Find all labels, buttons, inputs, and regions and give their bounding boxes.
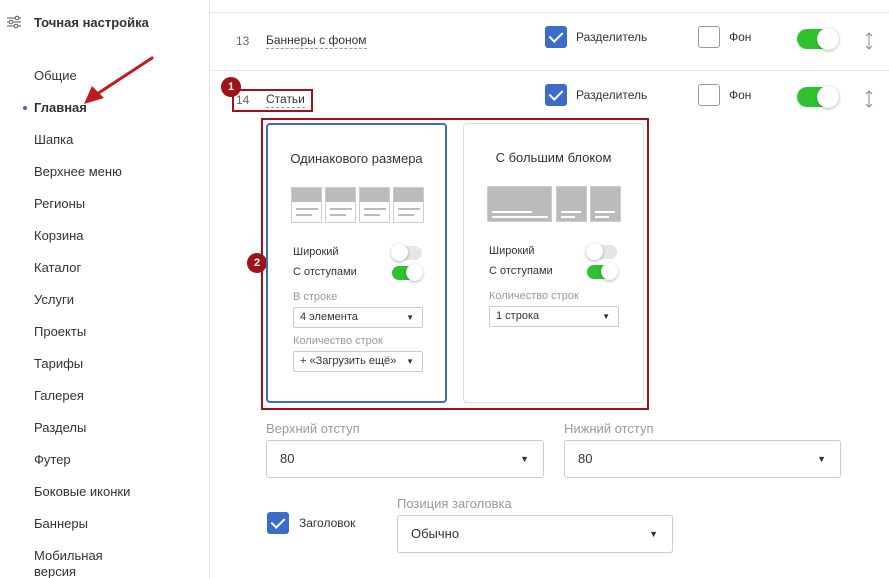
divider-checkbox[interactable] xyxy=(545,84,567,106)
preview-tile xyxy=(325,187,356,223)
heading-position-select[interactable]: Обычно ▼ xyxy=(397,515,673,553)
caret-down-icon: ▼ xyxy=(602,312,610,321)
per-row-value: 4 элемента xyxy=(300,311,358,323)
heading-position-value: Обычно xyxy=(411,526,460,541)
active-dot xyxy=(23,106,27,110)
row-enabled-toggle[interactable] xyxy=(797,28,839,50)
bottom-padding-select[interactable]: 80 ▼ xyxy=(564,440,841,478)
wide-label: Широкий xyxy=(293,246,339,258)
caret-down-icon: ▼ xyxy=(520,454,529,464)
drag-handle-icon[interactable] xyxy=(864,89,874,109)
heading-position-caption: Позиция заголовка xyxy=(397,496,512,511)
preview-tile xyxy=(556,186,587,222)
background-label: Фон xyxy=(729,30,752,44)
background-label: Фон xyxy=(729,88,752,102)
rows-caption: Количество строк xyxy=(489,290,579,302)
padding-toggle[interactable] xyxy=(587,263,618,280)
top-padding-caption: Верхний отступ xyxy=(266,421,360,436)
padding-label: С отступами xyxy=(489,265,553,277)
sidebar-item-gallery[interactable]: Галерея xyxy=(34,388,84,404)
divider-checkbox[interactable] xyxy=(545,26,567,48)
settings-sliders-icon xyxy=(7,15,21,29)
preview-tile-big xyxy=(487,186,552,222)
rows-caption: Количество строк xyxy=(293,335,383,347)
annotation-arrow-icon xyxy=(84,56,154,104)
annotation-badge: 2 xyxy=(247,253,267,273)
divider-label: Разделитель xyxy=(576,88,648,102)
bottom-padding-caption: Нижний отступ xyxy=(564,421,654,436)
sidebar-item-cart[interactable]: Корзина xyxy=(34,228,84,244)
row-name-link[interactable]: Баннеры с фоном xyxy=(266,33,367,49)
heading-label: Заголовок xyxy=(299,516,356,530)
sidebar-item-catalog[interactable]: Каталог xyxy=(34,260,81,276)
padding-label: С отступами xyxy=(293,266,357,278)
card-title: Одинакового размера xyxy=(290,151,423,166)
sidebar-item-header[interactable]: Шапка xyxy=(34,132,73,148)
background-checkbox[interactable] xyxy=(698,26,720,48)
sidebar-item-top-menu[interactable]: Верхнее меню xyxy=(34,164,122,180)
sidebar-item-tariffs[interactable]: Тарифы xyxy=(34,356,83,372)
per-row-select[interactable]: 4 элемента ▼ xyxy=(293,307,423,328)
annotation-box xyxy=(232,89,313,112)
drag-handle-icon[interactable] xyxy=(864,31,874,51)
caret-down-icon: ▼ xyxy=(817,454,826,464)
layout-card-big-block[interactable]: С большим блоком Широкий С отступами Кол… xyxy=(463,123,644,403)
preview-tile xyxy=(359,187,390,223)
background-checkbox[interactable] xyxy=(698,84,720,106)
divider xyxy=(210,12,889,13)
wide-label: Широкий xyxy=(489,245,535,257)
sidebar-item-side-icons[interactable]: Боковые иконки xyxy=(34,484,130,500)
layout-card-equal[interactable]: Одинакового размера Широкий С отступами … xyxy=(266,123,447,403)
sidebar-title: Точная настройка xyxy=(34,15,149,30)
padding-toggle[interactable] xyxy=(392,264,423,281)
rows-select[interactable]: 1 строка ▼ xyxy=(489,306,619,327)
sidebar-item-banners[interactable]: Баннеры xyxy=(34,516,88,532)
heading-checkbox[interactable] xyxy=(267,512,289,534)
sidebar-item-sections[interactable]: Разделы xyxy=(34,420,86,436)
rows-value: + «Загрузить ещё» xyxy=(300,355,397,367)
top-padding-value: 80 xyxy=(280,451,295,466)
rows-value: 1 строка xyxy=(496,310,540,322)
main-panel: 13 Баннеры с фоном Разделитель Фон 14 Ст… xyxy=(210,0,889,578)
sidebar-item-mobile[interactable]: Мобильная версия xyxy=(34,548,134,578)
caret-down-icon: ▼ xyxy=(649,529,658,539)
sidebar-item-regions[interactable]: Регионы xyxy=(34,196,85,212)
preview-tile xyxy=(393,187,424,223)
per-row-caption: В строке xyxy=(293,291,338,303)
rows-select[interactable]: + «Загрузить ещё» ▼ xyxy=(293,351,423,372)
row-number: 13 xyxy=(236,34,250,48)
top-padding-select[interactable]: 80 ▼ xyxy=(266,440,544,478)
sidebar-item-footer[interactable]: Футер xyxy=(34,452,71,468)
wide-toggle[interactable] xyxy=(391,244,422,261)
annotation-badge: 1 xyxy=(221,77,241,97)
divider-label: Разделитель xyxy=(576,30,648,44)
bottom-padding-value: 80 xyxy=(578,451,593,466)
row-enabled-toggle[interactable] xyxy=(797,86,839,108)
caret-down-icon: ▼ xyxy=(404,352,414,371)
preview-tile xyxy=(291,187,322,223)
preview-tile xyxy=(590,186,621,222)
caret-down-icon: ▼ xyxy=(406,313,414,322)
card-title: С большим блоком xyxy=(495,150,612,165)
wide-toggle[interactable] xyxy=(586,243,617,260)
sidebar-item-projects[interactable]: Проекты xyxy=(34,324,86,340)
sidebar-item-services[interactable]: Услуги xyxy=(34,292,74,308)
divider xyxy=(210,70,889,71)
